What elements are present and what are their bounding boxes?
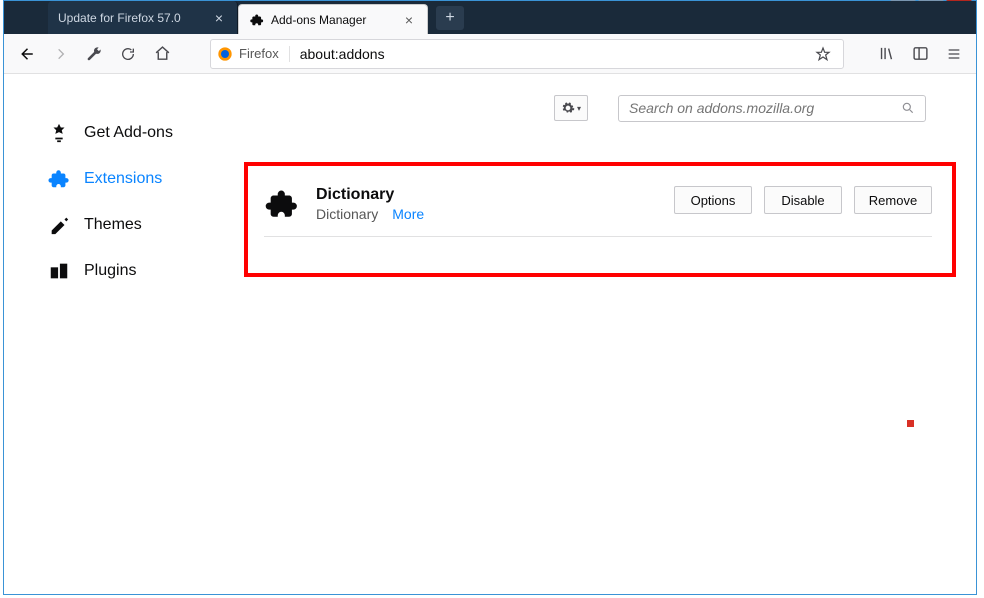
sidebars-button[interactable] (904, 38, 936, 70)
addons-search-input[interactable] (629, 100, 893, 116)
back-button[interactable] (10, 38, 42, 70)
panel-header: ▾ (244, 74, 956, 130)
get-addons-icon (48, 122, 70, 144)
reload-button[interactable] (112, 38, 144, 70)
sidebar-item-label: Themes (84, 216, 142, 234)
addon-disable-button[interactable]: Disable (764, 186, 842, 214)
sidebar-item-label: Get Add-ons (84, 124, 173, 142)
addon-info: Dictionary Dictionary More (316, 186, 424, 222)
browser-window: Update for Firefox 57.0 × Add-ons Manage… (3, 0, 977, 595)
sidebar-item-extensions[interactable]: Extensions (4, 156, 224, 202)
home-icon (154, 45, 171, 62)
tools-menu-button[interactable]: ▾ (554, 95, 588, 121)
tab-strip: Update for Firefox 57.0 × Add-ons Manage… (4, 1, 976, 34)
reload-icon (120, 46, 136, 62)
url-bar-container: Firefox about:addons (210, 39, 844, 69)
app-menu-button[interactable] (938, 38, 970, 70)
site-identity[interactable]: Firefox (217, 46, 290, 62)
library-icon (878, 45, 895, 62)
sidebar-item-label: Plugins (84, 262, 136, 280)
addon-name: Dictionary (316, 186, 424, 204)
addon-options-button[interactable]: Options (674, 186, 752, 214)
themes-icon (48, 214, 70, 236)
navigation-toolbar: Firefox about:addons (4, 34, 976, 74)
addons-search-box[interactable] (618, 95, 926, 122)
library-button[interactable] (870, 38, 902, 70)
addon-description: Dictionary (316, 206, 378, 222)
sidebar-item-label: Extensions (84, 170, 162, 188)
sidebar-item-plugins[interactable]: Plugins (4, 248, 224, 294)
addon-actions: Options Disable Remove (674, 186, 932, 214)
gear-icon (561, 101, 575, 115)
highlighted-region: Dictionary Dictionary More Options Disab… (244, 162, 956, 277)
toolbar-right (870, 38, 970, 70)
wrench-icon (86, 46, 102, 62)
tab-label: Add-ons Manager (271, 13, 366, 27)
tab-label: Update for Firefox 57.0 (58, 11, 181, 25)
page-actions-button[interactable] (78, 38, 110, 70)
url-text: about:addons (290, 46, 809, 62)
url-bar[interactable]: Firefox about:addons (210, 39, 844, 69)
extensions-icon (48, 168, 70, 190)
addon-more-link[interactable]: More (392, 206, 424, 222)
tab-close-button[interactable]: × (401, 12, 417, 28)
hamburger-icon (946, 46, 962, 62)
addon-icon (264, 186, 300, 222)
addons-manager-content: Get Add-ons Extensions Themes Plugins (4, 74, 976, 594)
search-icon (901, 101, 915, 115)
identity-label: Firefox (239, 46, 279, 61)
sidebar-item-get-addons[interactable]: Get Add-ons (4, 110, 224, 156)
puzzle-icon (249, 12, 265, 28)
firefox-icon (217, 46, 233, 62)
addon-row-dictionary[interactable]: Dictionary Dictionary More Options Disab… (264, 186, 932, 237)
arrow-right-icon (52, 46, 68, 62)
tab-close-button[interactable]: × (211, 10, 227, 26)
new-tab-button[interactable]: + (436, 6, 464, 30)
chevron-down-icon: ▾ (577, 104, 581, 113)
categories-sidebar: Get Add-ons Extensions Themes Plugins (4, 74, 224, 594)
arrow-left-icon (17, 45, 35, 63)
forward-button[interactable] (44, 38, 76, 70)
star-icon (815, 46, 831, 62)
sidebar-item-themes[interactable]: Themes (4, 202, 224, 248)
puzzle-icon (265, 187, 299, 221)
sidebar-icon (912, 45, 929, 62)
addon-remove-button[interactable]: Remove (854, 186, 932, 214)
bookmark-star-button[interactable] (809, 46, 837, 62)
tab-addons-manager[interactable]: Add-ons Manager × (238, 4, 428, 34)
extensions-panel: ▾ Dictionary Dicti (224, 74, 976, 594)
home-button[interactable] (146, 38, 178, 70)
annotation-mark (907, 420, 914, 427)
tab-update-firefox[interactable]: Update for Firefox 57.0 × (48, 1, 238, 34)
plugins-icon (48, 260, 70, 282)
